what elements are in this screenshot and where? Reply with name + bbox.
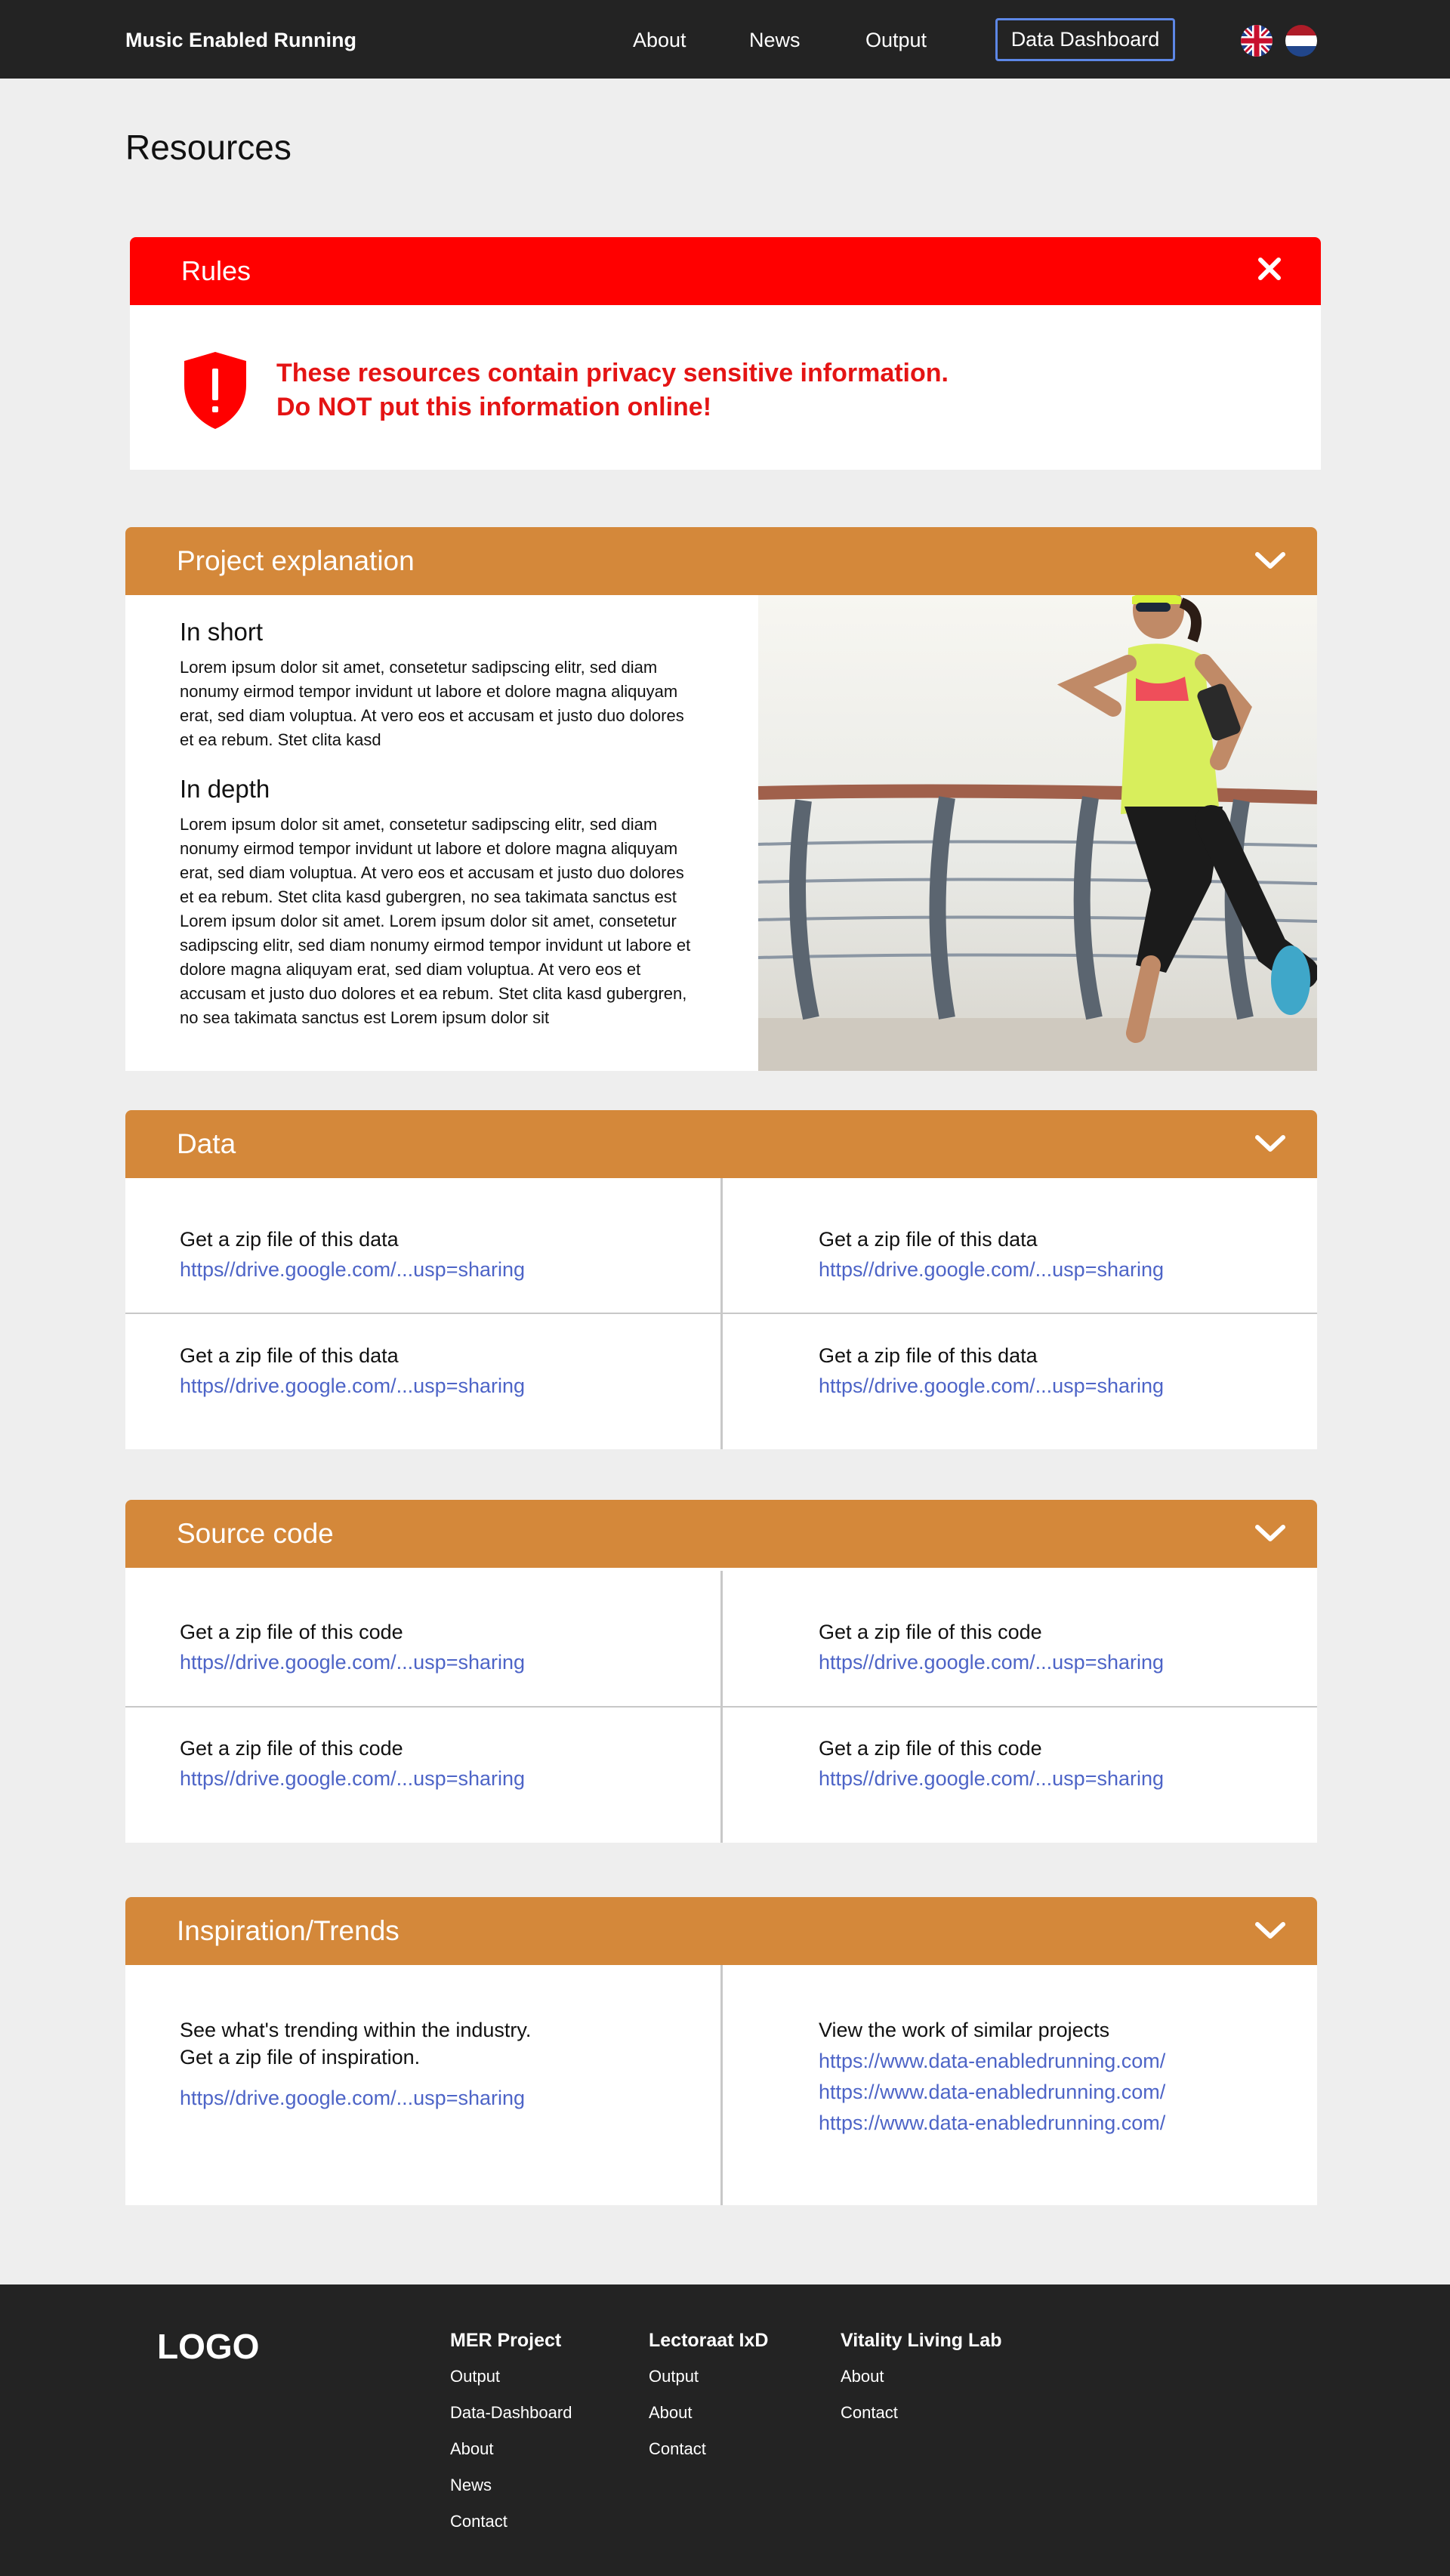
- top-navbar: Music Enabled Running About News Output …: [0, 0, 1450, 79]
- footer-link-output[interactable]: Output: [450, 2367, 572, 2386]
- data-item-label: Get a zip file of this data: [819, 1228, 1038, 1251]
- rules-title: Rules: [181, 255, 251, 286]
- nav-output[interactable]: Output: [865, 29, 927, 52]
- data-item-link[interactable]: https//drive.google.com/...usp=sharing: [819, 1258, 1164, 1282]
- footer-heading: Lectoraat IxD: [649, 2330, 769, 2351]
- footer-link-output[interactable]: Output: [649, 2367, 768, 2386]
- section-title: Project explanation: [177, 545, 415, 576]
- similar-project-link[interactable]: https://www.data-enabledrunning.com/: [819, 2047, 1165, 2075]
- chevron-down-icon[interactable]: [1254, 1133, 1287, 1155]
- similar-project-link[interactable]: https://www.data-enabledrunning.com/: [819, 2109, 1165, 2136]
- page-title: Resources: [125, 128, 292, 167]
- footer-link-contact[interactable]: Contact: [450, 2512, 572, 2531]
- in-short-heading: In short: [180, 618, 264, 646]
- code-item-label: Get a zip file of this code: [819, 1621, 1042, 1643]
- data-item: Get a zip file of this data https//drive…: [125, 1178, 721, 1313]
- footer-heading: Vitality Living Lab: [841, 2330, 1002, 2351]
- data-item: Get a zip file of this data https//drive…: [721, 1178, 1317, 1313]
- divider: [720, 1965, 723, 2205]
- similar-projects: View the work of similar projects https:…: [819, 2016, 1165, 2136]
- footer-link-contact[interactable]: Contact: [841, 2403, 1001, 2423]
- footer-logo: LOGO: [157, 2327, 260, 2366]
- code-item: Get a zip file of this code https//drive…: [125, 1687, 721, 1822]
- runner-photo: [757, 582, 1317, 1071]
- uk-flag-icon[interactable]: [1241, 25, 1273, 57]
- brand-link[interactable]: Music Enabled Running: [125, 29, 356, 52]
- project-explanation-section: Project explanation In short Lorem ipsum…: [125, 527, 1317, 1071]
- data-dashboard-button[interactable]: Data Dashboard: [995, 18, 1175, 61]
- inspiration-section: Inspiration/Trends See what's trending w…: [125, 1897, 1317, 2205]
- code-item-link[interactable]: https//drive.google.com/...usp=sharing: [180, 1767, 525, 1791]
- code-item-label: Get a zip file of this code: [819, 1737, 1042, 1760]
- data-item-link[interactable]: https//drive.google.com/...usp=sharing: [819, 1374, 1164, 1398]
- chevron-down-icon[interactable]: [1254, 1920, 1287, 1942]
- similar-projects-heading: View the work of similar projects: [819, 2019, 1110, 2041]
- similar-project-link[interactable]: https://www.data-enabledrunning.com/: [819, 2078, 1165, 2106]
- code-item-link[interactable]: https//drive.google.com/...usp=sharing: [819, 1651, 1164, 1674]
- data-item: Get a zip file of this data https//drive…: [721, 1294, 1317, 1430]
- footer-link-contact[interactable]: Contact: [649, 2439, 768, 2459]
- nl-flag-icon[interactable]: [1285, 25, 1317, 57]
- nav-about[interactable]: About: [633, 29, 686, 52]
- data-item-label: Get a zip file of this data: [180, 1228, 399, 1251]
- code-item: Get a zip file of this code https//drive…: [125, 1571, 721, 1706]
- footer-link-about[interactable]: About: [649, 2403, 768, 2423]
- section-title: Source code: [177, 1518, 334, 1549]
- shield-warning-icon: [180, 349, 251, 430]
- rules-header: Rules: [130, 237, 1321, 305]
- code-item-label: Get a zip file of this code: [180, 1621, 403, 1643]
- trends-line2: Get a zip file of inspiration.: [180, 2046, 421, 2069]
- code-item-label: Get a zip file of this code: [180, 1737, 403, 1760]
- footer-column-vitality: Vitality Living Lab About Contact: [841, 2330, 1001, 2439]
- trends-link[interactable]: https//drive.google.com/...usp=sharing: [180, 2084, 531, 2112]
- data-item-label: Get a zip file of this data: [180, 1344, 399, 1367]
- data-item: Get a zip file of this data https//drive…: [125, 1294, 721, 1430]
- data-item-link[interactable]: https//drive.google.com/...usp=sharing: [180, 1258, 525, 1282]
- inspiration-header[interactable]: Inspiration/Trends: [125, 1897, 1317, 1965]
- project-explanation-header[interactable]: Project explanation: [125, 527, 1317, 595]
- data-section: Data Get a zip file of this data https//…: [125, 1110, 1317, 1449]
- footer-link-about[interactable]: About: [450, 2439, 572, 2459]
- rules-message-line1: These resources contain privacy sensitiv…: [276, 359, 949, 387]
- nav-news[interactable]: News: [749, 29, 801, 52]
- source-code-section: Source code Get a zip file of this code …: [125, 1500, 1317, 1843]
- section-title: Data: [177, 1128, 236, 1159]
- section-title: Inspiration/Trends: [177, 1915, 400, 1946]
- chevron-down-icon[interactable]: [1254, 1522, 1287, 1545]
- footer-link-about[interactable]: About: [841, 2367, 1001, 2386]
- trends-text: See what's trending within the industry.…: [180, 2016, 531, 2112]
- data-item-link[interactable]: https//drive.google.com/...usp=sharing: [180, 1374, 525, 1398]
- project-text: In short Lorem ipsum dolor sit amet, con…: [180, 618, 701, 1030]
- in-depth-heading: In depth: [180, 775, 270, 803]
- code-item: Get a zip file of this code https//drive…: [721, 1571, 1317, 1706]
- code-item-link[interactable]: https//drive.google.com/...usp=sharing: [819, 1767, 1164, 1791]
- data-header[interactable]: Data: [125, 1110, 1317, 1178]
- rules-message-line2: Do NOT put this information online!: [276, 393, 712, 421]
- footer-heading: MER Project: [450, 2330, 562, 2351]
- code-item: Get a zip file of this code https//drive…: [721, 1687, 1317, 1822]
- in-depth-text: Lorem ipsum dolor sit amet, consetetur s…: [180, 815, 691, 1027]
- footer-column-lectoraat: Lectoraat IxD Output About Contact: [649, 2330, 768, 2476]
- code-item-link[interactable]: https//drive.google.com/...usp=sharing: [180, 1651, 525, 1674]
- source-code-header[interactable]: Source code: [125, 1500, 1317, 1568]
- footer-column-mer: MER Project Output Data-Dashboard About …: [450, 2330, 572, 2548]
- trends-line1: See what's trending within the industry.: [180, 2019, 532, 2041]
- chevron-down-icon[interactable]: [1254, 550, 1287, 572]
- in-short-text: Lorem ipsum dolor sit amet, consetetur s…: [180, 658, 684, 749]
- close-icon[interactable]: [1254, 254, 1285, 284]
- footer-link-data-dashboard[interactable]: Data-Dashboard: [450, 2403, 572, 2423]
- footer-link-news[interactable]: News: [450, 2476, 572, 2495]
- rules-alert: Rules These resources contain privacy se…: [130, 237, 1321, 470]
- rules-message: These resources contain privacy sensitiv…: [276, 356, 949, 424]
- data-item-label: Get a zip file of this data: [819, 1344, 1038, 1367]
- footer: LOGO MER Project Output Data-Dashboard A…: [0, 2284, 1450, 2576]
